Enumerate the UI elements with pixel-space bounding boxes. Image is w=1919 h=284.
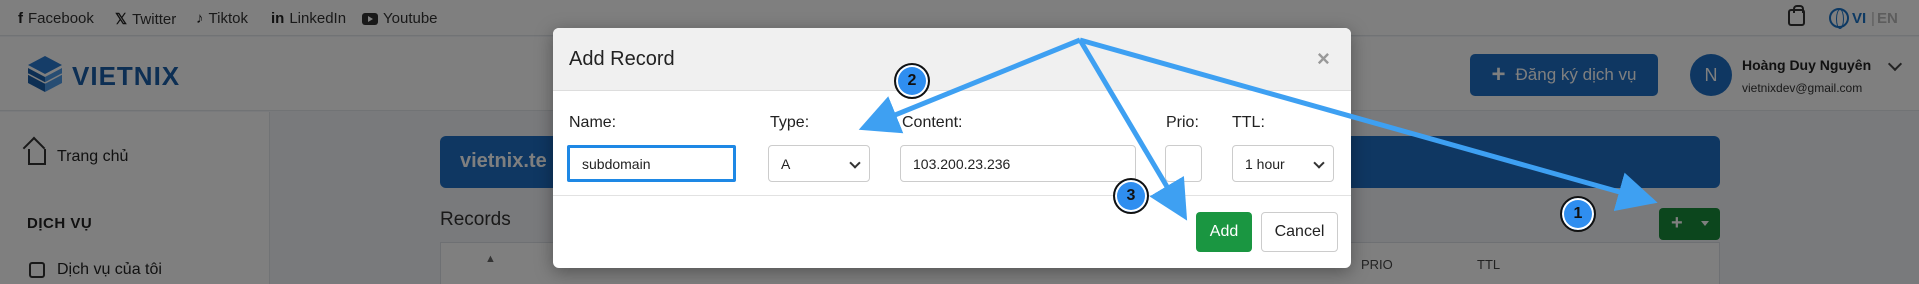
- modal-divider: [553, 195, 1351, 196]
- step-badge-2: 2: [894, 63, 930, 99]
- add-record-modal: Add Record × Name: Type: Content: Prio: …: [553, 28, 1351, 268]
- cancel-button[interactable]: Cancel: [1261, 212, 1338, 252]
- content-input[interactable]: 103.200.23.236: [900, 145, 1136, 182]
- prio-input[interactable]: [1165, 145, 1202, 182]
- modal-header: Add Record ×: [553, 28, 1351, 91]
- content-label: Content:: [902, 114, 963, 131]
- add-button[interactable]: Add: [1196, 212, 1252, 252]
- close-icon[interactable]: ×: [1317, 46, 1330, 72]
- type-select[interactable]: A: [768, 145, 870, 182]
- ttl-select[interactable]: 1 hour: [1232, 145, 1334, 182]
- step-badge-3: 3: [1113, 178, 1149, 214]
- prio-label: Prio:: [1166, 114, 1199, 131]
- step-badge-1: 1: [1560, 196, 1596, 232]
- type-label: Type:: [770, 114, 810, 131]
- modal-title: Add Record: [569, 48, 675, 70]
- name-input[interactable]: subdomain: [567, 145, 736, 182]
- ttl-label: TTL:: [1232, 114, 1265, 131]
- name-label: Name:: [569, 114, 617, 131]
